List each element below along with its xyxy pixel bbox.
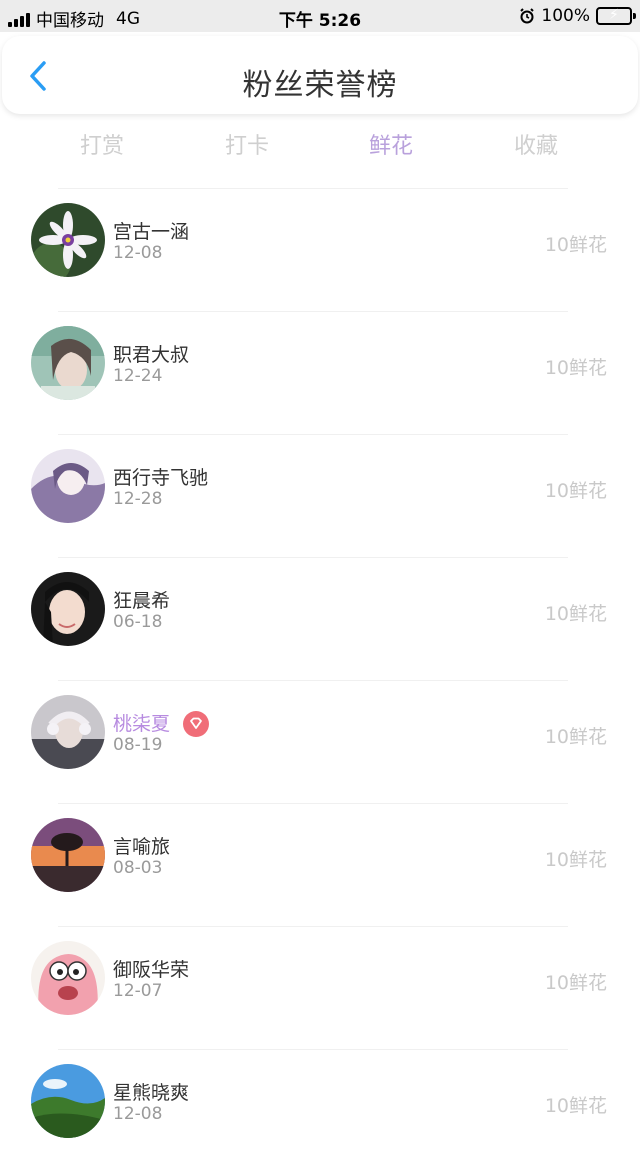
fan-name: 星熊晓爽	[113, 1082, 190, 1104]
avatar[interactable]	[31, 572, 105, 646]
fan-date: 08-03	[113, 858, 163, 878]
fan-amount: 10鲜花	[544, 726, 607, 748]
status-bar: 中国移动 4G 下午 5:26 100%	[0, 0, 640, 32]
tab-reward[interactable]: 打赏	[62, 128, 142, 160]
list-item[interactable]: 星熊晓爽 12-08 10鲜花	[0, 1049, 640, 1172]
fan-date: 12-24	[113, 366, 163, 386]
list-item[interactable]: 宫古一涵 12-08 10鲜花	[0, 188, 640, 311]
fan-amount: 10鲜花	[544, 849, 607, 871]
diamond-icon	[190, 717, 202, 729]
fan-name: 宫古一涵	[113, 221, 190, 243]
fan-amount: 10鲜花	[544, 603, 607, 625]
tab-flowers[interactable]: 鲜花	[351, 128, 431, 160]
list-item[interactable]: 西行寺飞驰 12-28 10鲜花	[0, 434, 640, 557]
tab-favorites[interactable]: 收藏	[496, 128, 576, 160]
fan-name: 桃柒夏	[113, 713, 171, 735]
fan-name: 职君大叔	[113, 344, 190, 366]
list-item[interactable]: 职君大叔 12-24 10鲜花	[0, 311, 640, 434]
status-right: 100%	[519, 6, 636, 26]
avatar[interactable]	[31, 203, 105, 277]
page-title: 粉丝荣誉榜	[242, 68, 398, 103]
avatar[interactable]	[31, 326, 105, 400]
fan-amount: 10鲜花	[544, 972, 607, 994]
tab-bar: 打赏 打卡 鲜花 收藏	[0, 122, 640, 166]
avatar[interactable]	[31, 449, 105, 523]
fan-amount: 10鲜花	[544, 480, 607, 502]
avatar[interactable]	[31, 1064, 105, 1138]
fan-name: 御阪华荣	[113, 959, 190, 981]
list-item[interactable]: 御阪华荣 12-07 10鲜花	[0, 926, 640, 1049]
fan-amount: 10鲜花	[544, 1095, 607, 1117]
fan-amount: 10鲜花	[544, 234, 607, 256]
fan-date: 08-19	[113, 735, 163, 755]
list-item[interactable]: 狂晨希 06-18 10鲜花	[0, 557, 640, 680]
avatar[interactable]	[31, 818, 105, 892]
fan-date: 12-28	[113, 489, 163, 509]
fan-amount: 10鲜花	[544, 357, 607, 379]
list-item[interactable]: 桃柒夏 08-19 10鲜花	[0, 680, 640, 803]
fan-date: 12-08	[113, 243, 163, 263]
vip-badge	[183, 711, 209, 737]
fan-name: 西行寺飞驰	[113, 467, 209, 489]
fan-date: 06-18	[113, 612, 163, 632]
fan-name: 言喻旅	[113, 836, 171, 858]
alarm-icon	[520, 8, 535, 24]
battery-percent: 100%	[541, 6, 590, 26]
avatar[interactable]	[31, 941, 105, 1015]
fan-date: 12-08	[113, 1104, 163, 1124]
list-item[interactable]: 言喻旅 08-03 10鲜花	[0, 803, 640, 926]
fan-date: 12-07	[113, 981, 163, 1001]
battery-icon	[596, 7, 636, 25]
fan-name: 狂晨希	[113, 590, 171, 612]
nav-header: 粉丝荣誉榜	[2, 36, 638, 114]
tab-checkin[interactable]: 打卡	[207, 128, 287, 160]
avatar[interactable]	[31, 695, 105, 769]
